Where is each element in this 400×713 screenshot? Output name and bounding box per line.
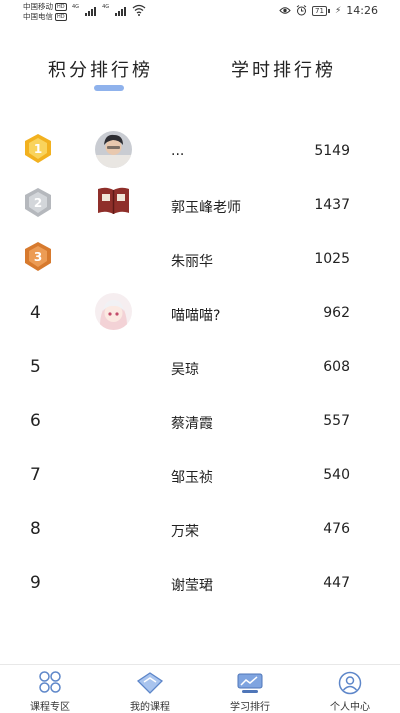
user-score: 447: [323, 575, 350, 591]
gold-medal-icon: 1: [25, 134, 51, 163]
ranking-row[interactable]: 5 吴琼 608: [0, 340, 400, 394]
hd-badge: HD: [55, 13, 67, 21]
signal-icons: 4G 4G: [72, 4, 146, 16]
ranking-row[interactable]: 4 喵喵喵? 962: [0, 286, 400, 340]
alarm-icon: [296, 5, 307, 16]
ranking-row[interactable]: 6 蔡清霞 557: [0, 394, 400, 448]
ranking-row[interactable]: 9 谢莹珺 447: [0, 556, 400, 610]
user-name: 朱丽华: [171, 254, 213, 270]
rank-number: 6: [30, 411, 41, 431]
user-score: 476: [323, 521, 350, 537]
signal-icon: [115, 7, 127, 16]
signal-icon: [85, 7, 97, 16]
user-score: 1437: [314, 197, 350, 213]
silver-medal-icon: 2: [25, 188, 51, 217]
status-bar: 中国移动 HD 中国电信 HD 4G 4G 71 ⚡ 14:26: [0, 0, 400, 26]
user-name: 吴琼: [171, 362, 199, 378]
study-ranking-icon: [237, 673, 263, 693]
rank-number: 9: [30, 573, 41, 593]
network-type-1: 4G: [72, 4, 80, 10]
carrier-info: 中国移动 HD 中国电信 HD: [23, 2, 67, 22]
ranking-row[interactable]: 3 朱丽华 1025: [0, 232, 400, 286]
rank-number: 5: [30, 357, 41, 377]
nav-label: 学习排行: [230, 702, 270, 713]
rank-number: 7: [30, 465, 41, 485]
personal-center-icon: [338, 671, 362, 695]
clock: 14:26: [346, 4, 378, 17]
user-name: 蔡清霞: [171, 416, 213, 432]
nav-study-ranking[interactable]: 学习排行: [200, 665, 300, 713]
user-score: 557: [323, 413, 350, 429]
charging-icon: ⚡: [334, 5, 342, 16]
svg-text:3: 3: [34, 250, 42, 264]
hd-badge: HD: [55, 3, 67, 11]
user-score: 540: [323, 467, 350, 483]
user-name: 谢莹珺: [171, 578, 213, 594]
book-avatar-icon: [98, 187, 129, 214]
nav-label: 课程专区: [30, 702, 70, 713]
user-name: ...: [171, 143, 185, 159]
user-name: 郭玉峰老师: [171, 200, 241, 216]
anime-avatar: [95, 293, 132, 330]
svg-text:1: 1: [34, 142, 42, 156]
carrier-2: 中国电信: [23, 12, 53, 21]
bottom-navigation: 课程专区 我的课程 学习排行 个人中心: [0, 664, 400, 713]
battery-icon: 71: [312, 5, 330, 16]
nav-course-area[interactable]: 课程专区: [0, 665, 100, 713]
user-photo-avatar: [95, 131, 132, 168]
my-courses-icon: [136, 672, 164, 694]
nav-label: 个人中心: [330, 702, 370, 713]
active-tab-indicator: [94, 85, 124, 91]
course-area-icon: [39, 671, 61, 693]
status-right: 71 ⚡ 14:26: [279, 4, 378, 17]
user-name: 邹玉祯: [171, 470, 213, 486]
tab-points-ranking[interactable]: 积分排行榜: [48, 56, 153, 82]
battery-level: 71: [312, 5, 327, 16]
ranking-row[interactable]: 8 万荣 476: [0, 502, 400, 556]
nav-label: 我的课程: [130, 702, 170, 713]
svg-text:2: 2: [34, 196, 42, 210]
eye-icon: [279, 7, 291, 14]
nav-my-courses[interactable]: 我的课程: [100, 665, 200, 713]
ranking-tabs: 积分排行榜 学时排行榜: [0, 56, 400, 96]
bronze-medal-icon: 3: [25, 242, 51, 271]
user-score: 1025: [314, 251, 350, 267]
user-score: 5149: [314, 143, 350, 159]
user-score: 608: [323, 359, 350, 375]
ranking-row[interactable]: 2 郭玉峰老师 1437: [0, 178, 400, 232]
rank-number: 8: [30, 519, 41, 539]
ranking-row[interactable]: 7 邹玉祯 540: [0, 448, 400, 502]
tab-hours-ranking[interactable]: 学时排行榜: [231, 56, 336, 82]
carrier-1: 中国移动: [23, 2, 53, 11]
user-name: 万荣: [171, 524, 199, 540]
wifi-icon: [132, 4, 146, 16]
ranking-list: 1 ... 5149 2 郭玉峰老师 1437 3 朱丽华 1025 4 喵喵喵…: [0, 124, 400, 610]
ranking-row[interactable]: 1 ... 5149: [0, 124, 400, 178]
user-name: 喵喵喵?: [171, 308, 221, 324]
network-type-2: 4G: [102, 4, 110, 10]
user-score: 962: [323, 305, 350, 321]
nav-personal-center[interactable]: 个人中心: [300, 665, 400, 713]
rank-number: 4: [30, 303, 41, 323]
